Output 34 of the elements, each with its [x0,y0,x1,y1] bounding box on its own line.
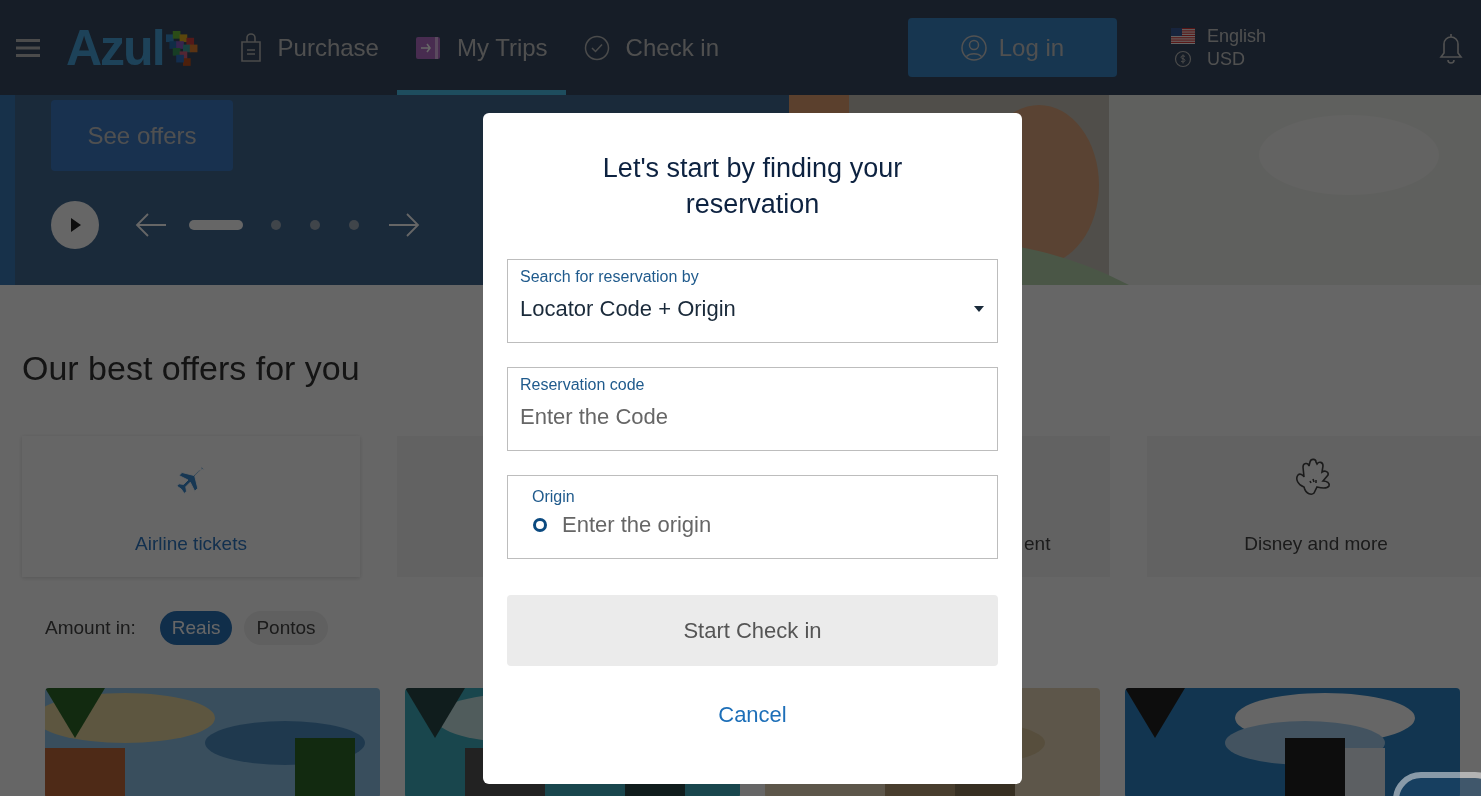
previous-arrow-icon[interactable] [135,212,167,238]
category-card[interactable]: Disney and more [1147,436,1481,577]
reservation-code-input[interactable]: Enter the Code [520,404,985,430]
user-icon [960,34,987,61]
bag-icon [239,32,262,63]
flag-icon [1170,28,1195,44]
category-label: Disney and more [1244,533,1388,555]
next-arrow-icon[interactable] [388,212,420,238]
currency-chip[interactable]: Reais [159,611,233,645]
search-type-dropdown[interactable]: Search for reservation by Locator Code + Origin [507,259,998,343]
slide-indicator[interactable] [271,220,281,230]
mosaic-logo-icon [165,29,200,66]
check-circle-icon [583,34,610,61]
origin-field[interactable]: Origin Enter the origin [507,475,998,559]
origin-input[interactable]: Enter the origin [562,512,973,538]
slide-indicator[interactable] [349,220,359,230]
caret-icon [973,305,985,313]
section-title: Our best offers for you [22,348,360,389]
amount-label: Amount in: [45,617,136,639]
reservation-code-field[interactable]: Reservation code Enter the Code [507,367,998,451]
category-label: Airline tickets [135,533,247,555]
field-label: Origin [532,488,576,506]
location-dot-icon [532,517,548,533]
dialog-title: Let's start by finding your reservation [601,152,904,221]
category-label: ent [1024,533,1051,555]
slide-indicator[interactable] [189,220,243,230]
play-button[interactable] [51,201,99,249]
menu-icon[interactable] [16,38,40,57]
category-card[interactable]: Airline tickets [22,436,360,577]
cancel-link[interactable]: Cancel [718,702,787,728]
currency-chip[interactable]: Pontos [244,611,328,645]
slide-indicator[interactable] [310,220,320,230]
ticket-icon [414,35,441,60]
field-label: Reservation code [520,376,646,394]
